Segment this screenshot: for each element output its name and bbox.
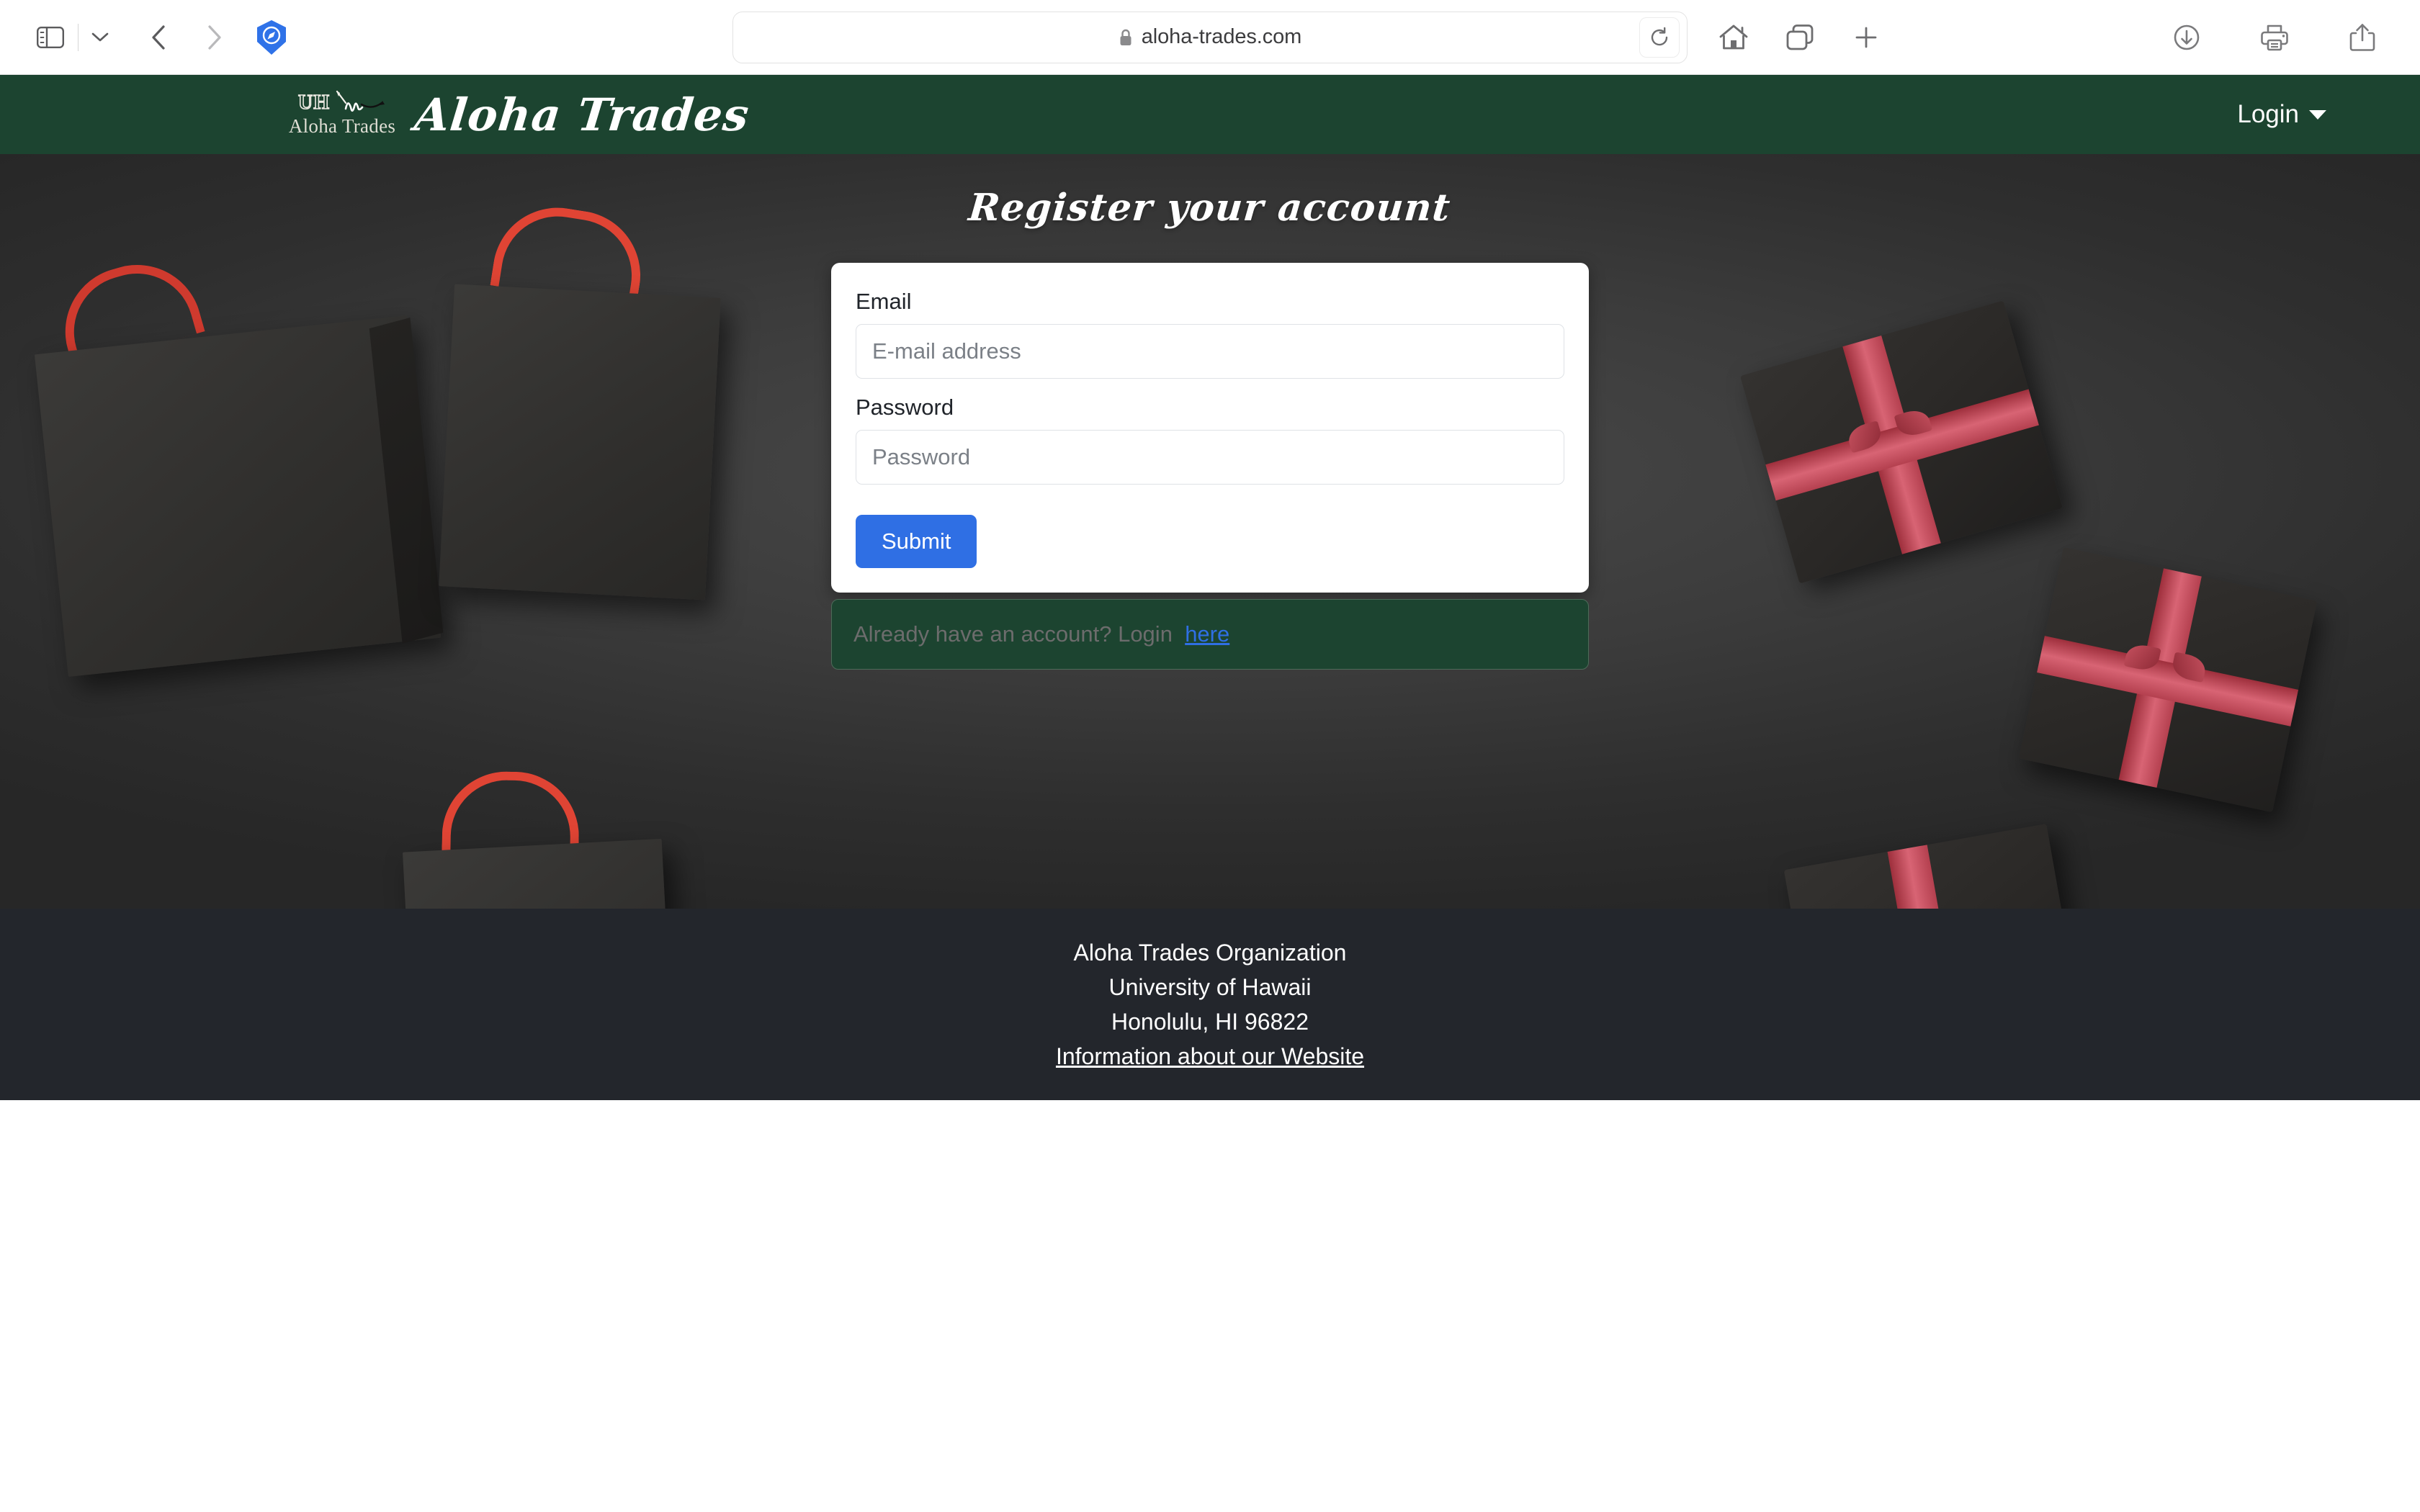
site-navbar: UH Aloha Trades Aloha Trades Login xyxy=(0,75,2420,154)
logo-swoosh-icon xyxy=(333,89,386,121)
brand-link[interactable]: UH Aloha Trades Aloha Trades xyxy=(288,88,752,141)
email-label: Email xyxy=(856,289,912,314)
email-input[interactable] xyxy=(856,324,1564,379)
footer-org-name: Aloha Trades Organization xyxy=(1073,939,1347,966)
existing-account-text: Already have an account? Login xyxy=(853,621,1173,647)
lock-icon xyxy=(1119,28,1133,47)
uh-aloha-trades-logo: UH Aloha Trades xyxy=(288,91,396,138)
login-dropdown-label: Login xyxy=(2237,100,2299,128)
register-form-card: Email Password Submit xyxy=(831,263,1589,593)
footer-address: Honolulu, HI 96822 xyxy=(1111,1008,1309,1035)
register-panel: Register your account Email Password Sub… xyxy=(0,154,2420,670)
chevron-down-icon[interactable] xyxy=(83,14,117,60)
password-label: Password xyxy=(856,395,954,420)
toolbar-divider xyxy=(78,23,79,51)
logo-uh-text: UH xyxy=(297,91,330,114)
back-arrow-icon[interactable] xyxy=(136,14,182,60)
browser-left-controls xyxy=(0,14,295,60)
address-bar-container: aloha-trades.com xyxy=(732,11,1688,63)
home-icon[interactable] xyxy=(1711,14,1757,60)
plus-icon[interactable] xyxy=(1843,14,1889,60)
site-footer: Aloha Trades Organization University of … xyxy=(0,909,2420,1100)
browser-far-right-controls xyxy=(2164,14,2385,60)
logo-monogram: UH xyxy=(295,91,389,116)
forward-arrow-icon[interactable] xyxy=(191,14,237,60)
printer-icon[interactable] xyxy=(2251,14,2298,60)
footer-university: University of Hawaii xyxy=(1108,973,1312,1000)
page-title: Register your account xyxy=(967,186,1453,230)
hero-section: Register your account Email Password Sub… xyxy=(0,154,2420,909)
brand-title: Aloha Trades xyxy=(412,88,752,141)
share-icon[interactable] xyxy=(2339,14,2385,60)
existing-account-strip: Already have an account? Login here xyxy=(831,599,1589,670)
address-bar[interactable]: aloha-trades.com xyxy=(732,11,1688,63)
login-dropdown[interactable]: Login xyxy=(2237,100,2326,129)
address-bar-content: aloha-trades.com xyxy=(1119,25,1301,49)
browser-mid-right-controls xyxy=(1711,14,1889,60)
address-bar-url: aloha-trades.com xyxy=(1141,25,1302,48)
submit-button[interactable]: Submit xyxy=(856,515,977,568)
browser-toolbar: aloha-trades.com xyxy=(0,0,2420,75)
login-here-link[interactable]: here xyxy=(1185,621,1229,647)
safari-shield-icon[interactable] xyxy=(248,14,295,60)
footer-info-link[interactable]: Information about our Website xyxy=(1056,1043,1364,1070)
tab-overview-icon[interactable] xyxy=(1777,14,1823,60)
password-field-group: Password xyxy=(856,395,1564,485)
caret-down-icon xyxy=(2309,109,2326,120)
reload-icon[interactable] xyxy=(1639,17,1680,58)
sidebar-toggle-icon[interactable] xyxy=(27,14,73,60)
email-field-group: Email xyxy=(856,289,1564,379)
downloads-icon[interactable] xyxy=(2164,14,2210,60)
password-input[interactable] xyxy=(856,430,1564,485)
